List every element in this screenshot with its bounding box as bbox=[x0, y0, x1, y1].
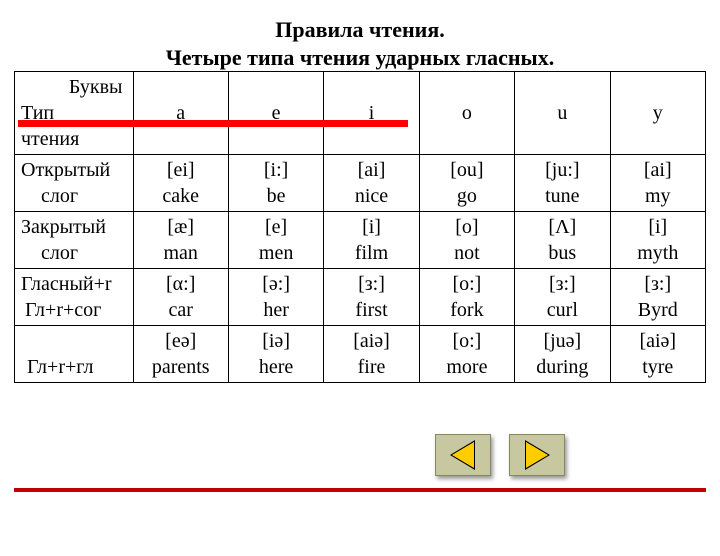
row-label-vowel-r-vowel: Гл+r+гл bbox=[15, 326, 134, 383]
cell: [ai]nice bbox=[324, 155, 419, 212]
cell: [o:]fork bbox=[419, 269, 514, 326]
title-line-2: Четыре типа чтения ударных гласных. bbox=[166, 45, 554, 70]
table-row: Гл+r+гл [eә]parents [iә]here [aiә]fire [… bbox=[15, 326, 706, 383]
cell: [ju:]tune bbox=[515, 155, 610, 212]
col-e: e bbox=[228, 72, 323, 155]
cell: [i]myth bbox=[610, 212, 705, 269]
cell: [juә]during bbox=[515, 326, 610, 383]
bottom-divider bbox=[14, 488, 706, 492]
cell: [ai]my bbox=[610, 155, 705, 212]
cell: [з:]first bbox=[324, 269, 419, 326]
cell: [o]not bbox=[419, 212, 514, 269]
col-i: i bbox=[324, 72, 419, 155]
title-line-1: Правила чтения. bbox=[275, 17, 444, 42]
corner-l1: Буквы bbox=[21, 74, 133, 100]
cell: [aiә]fire bbox=[324, 326, 419, 383]
next-button[interactable] bbox=[509, 434, 565, 476]
cell: [o:]more bbox=[419, 326, 514, 383]
cell: [i:]be bbox=[228, 155, 323, 212]
cell: [з:]curl bbox=[515, 269, 610, 326]
cell: [aiә]tyre bbox=[610, 326, 705, 383]
table-row: Гласный+r Гл+r+сог [α:]car [ə:]her [з:]f… bbox=[15, 269, 706, 326]
row-label-closed: Закрытый слог bbox=[15, 212, 134, 269]
cell: [eә]parents bbox=[133, 326, 228, 383]
col-a: a bbox=[133, 72, 228, 155]
cell: [i]film bbox=[324, 212, 419, 269]
table-row: Закрытый слог [æ]man [e]men [i]film [o]n… bbox=[15, 212, 706, 269]
table-header-row: Буквы Тип чтения a e i o u y bbox=[15, 72, 706, 155]
col-o: o bbox=[419, 72, 514, 155]
cell: [Λ]bus bbox=[515, 212, 610, 269]
header-corner: Буквы Тип чтения bbox=[15, 72, 134, 155]
cell: [з:]Byrd bbox=[610, 269, 705, 326]
red-underline-bar bbox=[18, 120, 408, 127]
corner-l3: чтения bbox=[21, 126, 133, 152]
reading-rules-table: Буквы Тип чтения a e i o u y Открытый сл… bbox=[14, 71, 706, 383]
nav-buttons bbox=[435, 434, 565, 476]
row-label-open: Открытый слог bbox=[15, 155, 134, 212]
cell: [iә]here bbox=[228, 326, 323, 383]
cell: [α:]car bbox=[133, 269, 228, 326]
cell: [æ]man bbox=[133, 212, 228, 269]
cell: [ə:]her bbox=[228, 269, 323, 326]
prev-button[interactable] bbox=[435, 434, 491, 476]
cell: [e]men bbox=[228, 212, 323, 269]
col-u: u bbox=[515, 72, 610, 155]
table-row: Открытый слог [ei]cake [i:]be [ai]nice [… bbox=[15, 155, 706, 212]
row-label-vowel-r: Гласный+r Гл+r+сог bbox=[15, 269, 134, 326]
page-title: Правила чтения. Четыре типа чтения ударн… bbox=[0, 16, 720, 71]
col-y: y bbox=[610, 72, 705, 155]
cell: [ei]cake bbox=[133, 155, 228, 212]
cell: [ou]go bbox=[419, 155, 514, 212]
reading-rules-table-wrap: Буквы Тип чтения a e i o u y Открытый сл… bbox=[14, 71, 706, 383]
